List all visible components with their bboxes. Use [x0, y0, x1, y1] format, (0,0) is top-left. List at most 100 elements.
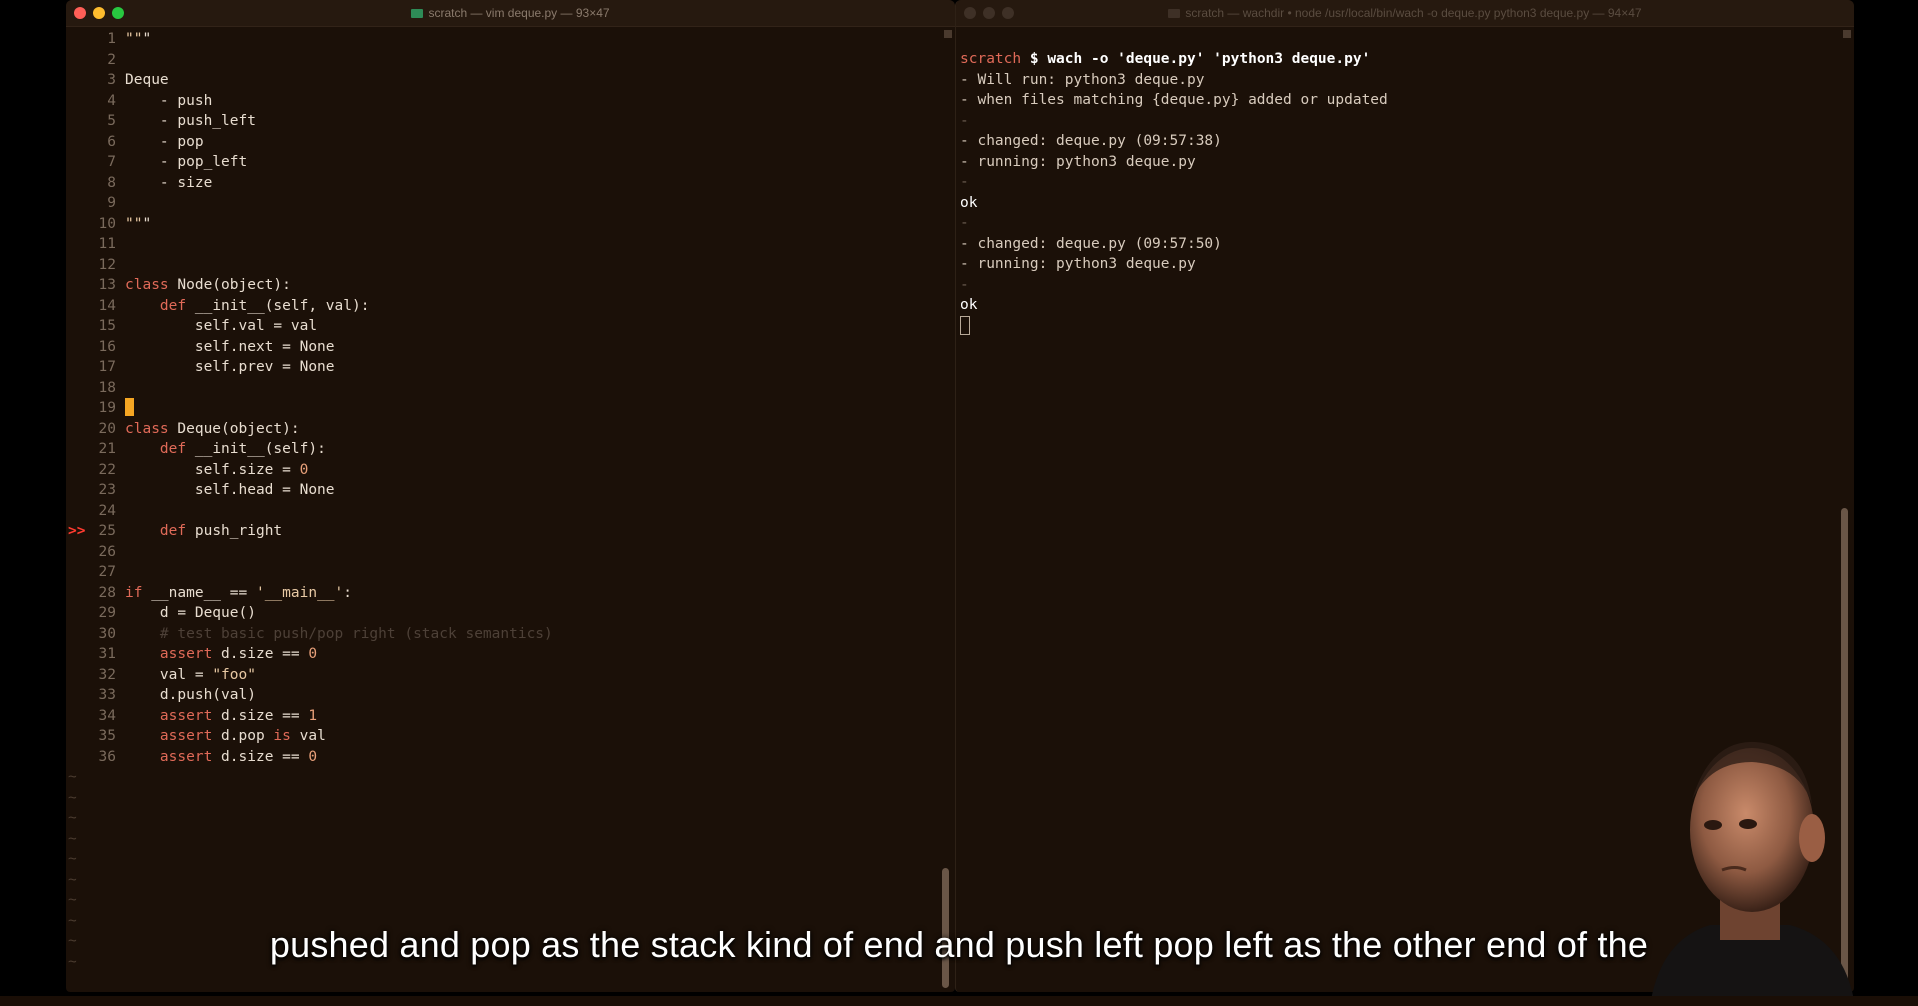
line-text: Deque	[125, 72, 169, 88]
terminal-line: -	[960, 112, 969, 129]
line-number: 22	[98, 461, 116, 478]
code-line[interactable]: 32 val = "foo"	[66, 665, 941, 686]
line-number: 14	[98, 297, 116, 314]
code-line[interactable]: 8 - size	[66, 173, 941, 194]
code-line[interactable]: 3 Deque	[66, 70, 941, 91]
terminal-line: - Will run: python3 deque.py	[960, 71, 1205, 88]
line-number: 18	[98, 379, 116, 396]
terminal-line: - running: python3 deque.py	[960, 256, 1196, 272]
line-text: self.size = 0	[125, 461, 309, 478]
tilde-marker: ~	[68, 789, 77, 806]
tilde-marker: ~	[68, 769, 77, 785]
code-line[interactable]: 12	[66, 255, 941, 276]
line-text: def __init__(self):	[159, 441, 326, 457]
prompt-dir: scratch	[960, 51, 1022, 67]
editor-scrollbar[interactable]	[942, 28, 952, 988]
line-number: 26	[98, 543, 116, 560]
line-number: 24	[98, 502, 116, 519]
tilde-marker: ~	[68, 810, 77, 826]
terminal-line: -	[960, 174, 969, 190]
code-line[interactable]: 30 # test basic push/pop right (stack se…	[66, 624, 941, 645]
line-number: 33	[98, 687, 116, 703]
maximize-button[interactable]	[1002, 7, 1014, 19]
tilde-marker: ~	[68, 892, 77, 908]
line-number: 30	[98, 625, 116, 642]
line-text: """	[125, 31, 152, 47]
code-line[interactable]: 14 def __init__(self, val):	[66, 296, 941, 317]
code-line[interactable]: 5 - push_left	[66, 111, 941, 132]
code-line[interactable]: 33 d.push(val)	[66, 685, 941, 706]
close-button[interactable]	[964, 7, 976, 19]
line-number: 9	[107, 195, 116, 211]
maximize-button[interactable]	[112, 7, 124, 19]
line-number: 13	[98, 277, 116, 293]
minimize-button[interactable]	[93, 7, 105, 19]
terminal-line: -	[960, 215, 969, 231]
code-line[interactable]: 15 self.val = val	[66, 316, 941, 337]
code-line[interactable]: 10 """	[66, 214, 941, 235]
line-number: 25	[98, 523, 116, 539]
terminal-cursor	[960, 315, 970, 335]
code-line[interactable]: 2	[66, 50, 941, 71]
code-line[interactable]: 13 class Node(object):	[66, 275, 941, 296]
line-text: def push_right	[159, 523, 283, 539]
minimize-button[interactable]	[983, 7, 995, 19]
code-line[interactable]: 24	[66, 501, 941, 522]
code-line[interactable]: 29 d = Deque()	[66, 603, 941, 624]
code-line[interactable]: 11	[66, 234, 941, 255]
code-line[interactable]: 6 - pop	[66, 132, 941, 153]
vim-window-title: scratch — vim deque.py — 93×47	[428, 6, 610, 20]
code-line[interactable]: 28 if __name__ == '__main__':	[66, 583, 941, 604]
line-text: - push	[125, 92, 213, 109]
line-number: 7	[107, 154, 116, 170]
empty-line-marker: ~	[66, 890, 941, 911]
line-number: 34	[98, 707, 116, 724]
code-line[interactable]: 36 assert d.size == 0	[66, 747, 941, 768]
folder-icon	[411, 9, 424, 18]
line-number: 10	[98, 215, 116, 232]
line-text	[125, 398, 134, 420]
line-number: 36	[98, 748, 116, 765]
close-button[interactable]	[74, 7, 86, 19]
line-number: 5	[107, 113, 116, 129]
empty-line-marker: ~	[66, 870, 941, 891]
editor-buffer[interactable]: 1 """ 2 3 Deque 4 - push 5 - push_left 6 - pop 7…	[66, 29, 941, 972]
line-text: # test basic push/pop right (stack seman…	[125, 625, 553, 642]
vim-window[interactable]: scratch — vim deque.py — 93×47 1 """ 2 3 Deq…	[66, 0, 955, 992]
line-text: assert d.size == 0	[159, 748, 318, 765]
code-line[interactable]: 26	[66, 542, 941, 563]
line-text: - size	[125, 174, 213, 191]
line-number: 3	[107, 72, 116, 88]
code-line[interactable]: 34 assert d.size == 1	[66, 706, 941, 727]
code-line[interactable]: 1 """	[66, 29, 941, 50]
code-line[interactable]: 18	[66, 378, 941, 399]
terminal-line: - when files matching {deque.py} added o…	[960, 92, 1388, 108]
line-text: assert d.size == 0	[159, 646, 318, 662]
line-text: - pop	[125, 133, 204, 150]
code-line[interactable]: 19	[66, 398, 941, 419]
terminal-titlebar[interactable]: scratch — wachdir • node /usr/local/bin/…	[956, 0, 1854, 27]
subtitle-caption: pushed and pop as the stack kind of end …	[269, 924, 1649, 965]
code-line[interactable]: 9	[66, 193, 941, 214]
line-text: if __name__ == '__main__':	[125, 584, 353, 601]
code-line[interactable]: 20 class Deque(object):	[66, 419, 941, 440]
code-line[interactable]: 16 self.next = None	[66, 337, 941, 358]
line-number: 16	[98, 338, 116, 355]
code-line[interactable]: 21 def __init__(self):	[66, 439, 941, 460]
empty-line-marker: ~	[66, 849, 941, 870]
code-line[interactable]: 35 assert d.pop is val	[66, 726, 941, 747]
code-line[interactable]: 23 self.head = None	[66, 480, 941, 501]
code-line[interactable]: 27	[66, 562, 941, 583]
code-line[interactable]: >> 25 def push_right	[66, 521, 941, 542]
line-text: d.push(val)	[125, 687, 256, 703]
code-line[interactable]: 17 self.prev = None	[66, 357, 941, 378]
line-number: 4	[107, 92, 116, 109]
code-line[interactable]: 31 assert d.size == 0	[66, 644, 941, 665]
code-line[interactable]: 7 - pop_left	[66, 152, 941, 173]
terminal-line: - running: python3 deque.py	[960, 153, 1196, 170]
code-line[interactable]: 4 - push	[66, 91, 941, 112]
terminal-output[interactable]: scratch $ wach -o 'deque.py' 'python3 de…	[960, 49, 1388, 338]
line-number: 19	[98, 400, 116, 416]
code-line[interactable]: 22 self.size = 0	[66, 460, 941, 481]
vim-titlebar[interactable]: scratch — vim deque.py — 93×47	[66, 0, 955, 27]
